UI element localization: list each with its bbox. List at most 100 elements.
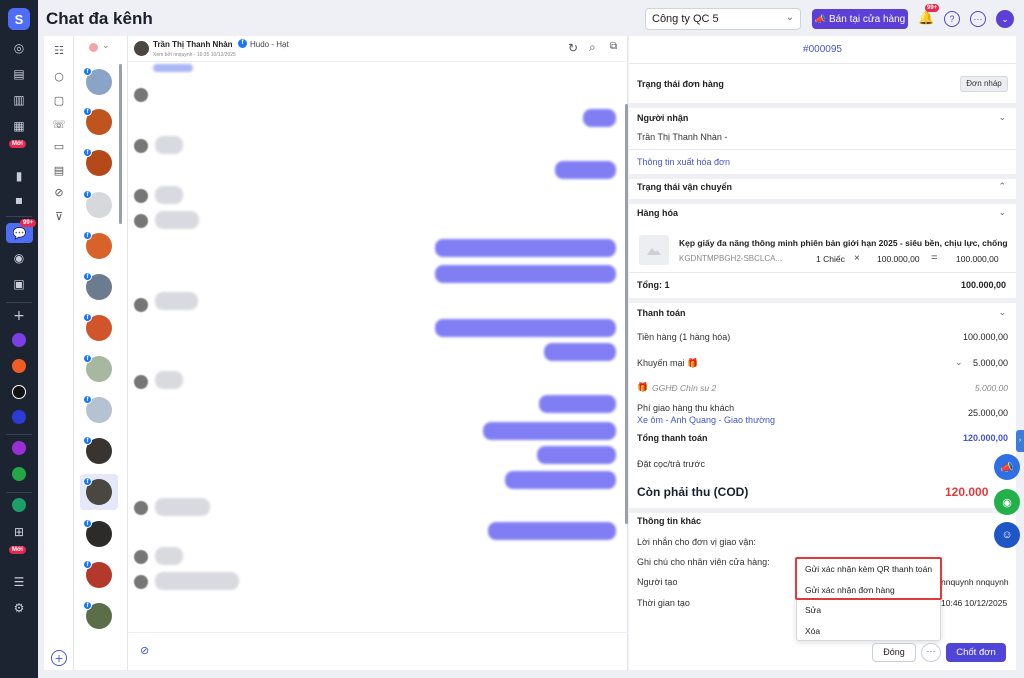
menu-list-icon[interactable]: ☰ bbox=[8, 572, 30, 592]
filter-settings-icon[interactable]: ☷ bbox=[51, 42, 67, 58]
shop-app-icon[interactable] bbox=[12, 333, 26, 347]
other-info-title[interactable]: Thông tin khác bbox=[637, 516, 1008, 526]
voucher-value: 5.000,00 bbox=[974, 383, 1008, 393]
product-name[interactable]: Kẹp giấy đa năng thông minh phiên bản gi… bbox=[679, 238, 1009, 248]
chevron-up-icon[interactable]: ⌃ bbox=[998, 181, 1006, 192]
list-icon[interactable]: ▦ bbox=[8, 116, 30, 136]
divider-line bbox=[629, 149, 1016, 150]
goods-title[interactable]: Hàng hóa bbox=[637, 208, 1008, 218]
ads-comment-icon[interactable]: ▭ bbox=[51, 138, 67, 154]
facebook-icon: f bbox=[83, 107, 92, 116]
company-select[interactable]: Công ty QC 5 ⌄ bbox=[645, 8, 801, 30]
app-logo[interactable]: S bbox=[8, 8, 30, 30]
help-icon[interactable]: ? bbox=[944, 11, 960, 27]
contact-avatar[interactable] bbox=[134, 41, 149, 56]
main-nav: S ◎ ▤ ▥ ▦ Mới ▮ ▪ 💬 99+ ◉ ▣ + ⊞ Mới ☰ ⚙ bbox=[0, 0, 38, 678]
facebook-icon: f bbox=[83, 190, 92, 199]
chevron-down-icon: ⌄ bbox=[785, 12, 794, 23]
refresh-icon[interactable]: ↻ bbox=[568, 41, 578, 55]
chevron-down-icon[interactable]: ⌄ bbox=[998, 307, 1006, 318]
pos-button[interactable]: 📣 Bán tại cửa hàng bbox=[812, 9, 908, 29]
announcement-float-icon[interactable]: 📣 bbox=[994, 454, 1020, 480]
ads-icon[interactable]: ▣ bbox=[8, 274, 30, 294]
new-window-icon[interactable]: ⧉ bbox=[610, 41, 617, 52]
support-float-icon[interactable]: ◉ bbox=[994, 489, 1020, 515]
app-green-icon[interactable] bbox=[12, 467, 26, 481]
order-id-tab[interactable]: #000095 bbox=[629, 36, 1016, 64]
finalize-order-button[interactable]: Chốt đơn bbox=[946, 643, 1006, 662]
search-icon[interactable]: ⌕ bbox=[589, 40, 596, 55]
chatbot-float-icon[interactable]: ☺ bbox=[994, 522, 1020, 548]
tiktok-icon[interactable] bbox=[12, 385, 26, 399]
carrier-note-label[interactable]: Lời nhắn cho đơn vị giao vận: bbox=[637, 537, 1008, 547]
more-button[interactable]: ··· bbox=[921, 643, 941, 662]
lazada-icon[interactable] bbox=[12, 410, 26, 424]
documents-icon[interactable]: ▥ bbox=[8, 90, 30, 110]
message-icon[interactable]: ○ bbox=[51, 68, 67, 84]
invoice-info-link[interactable]: Thông tin xuất hóa đơn bbox=[637, 157, 1008, 167]
chevron-right-icon[interactable]: › bbox=[1016, 430, 1024, 452]
status-dot[interactable] bbox=[89, 43, 98, 52]
equals-icon: = bbox=[931, 252, 938, 264]
chat-scrollbar[interactable] bbox=[625, 104, 628, 524]
payment-title[interactable]: Thanh toán bbox=[637, 308, 1008, 318]
grid-icon[interactable]: ▪ bbox=[8, 190, 30, 210]
facebook-icon: f bbox=[83, 560, 92, 569]
shopee-icon[interactable] bbox=[12, 359, 26, 373]
carrier-link[interactable]: Xe ôm - Anh Quang - Giao thường bbox=[637, 415, 1008, 425]
apps-icon[interactable]: ⊞ bbox=[8, 522, 30, 542]
add-circle-icon[interactable]: + bbox=[51, 650, 67, 666]
orders-icon[interactable]: ▤ bbox=[8, 64, 30, 84]
order-status-badge[interactable]: Đơn nháp bbox=[960, 76, 1008, 92]
user-avatar[interactable]: ⌄ bbox=[996, 10, 1014, 28]
clear-filter-icon[interactable]: ⊽ bbox=[51, 208, 67, 224]
promotion-value[interactable]: 5.000,00 bbox=[973, 358, 1008, 368]
more-icon[interactable]: ··· bbox=[970, 11, 986, 27]
chevron-down-icon[interactable]: ⌄ bbox=[998, 207, 1006, 218]
message-bubble bbox=[435, 319, 616, 337]
tags-icon[interactable]: ⊘ bbox=[51, 184, 67, 200]
app-teal-icon[interactable] bbox=[12, 498, 26, 512]
close-button[interactable]: Đóng bbox=[872, 643, 916, 662]
chevron-down-icon[interactable]: ⌄ bbox=[955, 357, 963, 368]
broadcast-icon[interactable]: ◉ bbox=[8, 248, 30, 268]
settings-icon[interactable]: ⚙ bbox=[8, 598, 30, 618]
message-avatar bbox=[134, 575, 148, 589]
menu-item-delete[interactable]: Xóa bbox=[805, 626, 820, 636]
promotion-label-text: Khuyến mại bbox=[637, 358, 685, 368]
product-price[interactable]: 100.000,00 bbox=[877, 254, 920, 264]
tag-icon[interactable]: ⊘ bbox=[140, 644, 149, 657]
contact-name[interactable]: Trần Thị Thanh Nhàn bbox=[153, 40, 233, 49]
facebook-icon: f bbox=[83, 436, 92, 445]
gift-icon[interactable]: 🎁 bbox=[687, 358, 698, 368]
add-icon[interactable]: + bbox=[8, 306, 30, 326]
notes-icon[interactable]: ▤ bbox=[51, 162, 67, 178]
nav-divider bbox=[6, 492, 32, 493]
comment-icon[interactable]: ▢ bbox=[51, 92, 67, 108]
message-avatar bbox=[134, 501, 148, 515]
facebook-icon: f bbox=[83, 519, 92, 528]
order-status-label: Trạng thái đơn hàng bbox=[637, 79, 724, 89]
message-bubble bbox=[483, 422, 616, 440]
notification-badge: 99+ bbox=[925, 4, 940, 12]
product-quantity[interactable]: 1 Chiếc bbox=[816, 254, 845, 264]
gift-icon: 🎁 bbox=[637, 382, 649, 392]
bell-icon[interactable]: 🔔 bbox=[918, 10, 934, 26]
recipient-title[interactable]: Người nhận bbox=[637, 113, 1008, 123]
deposit-label[interactable]: Đặt cọc/trả trước bbox=[637, 459, 1008, 469]
chevron-down-icon[interactable]: ⌄ bbox=[998, 112, 1006, 123]
list-scrollbar[interactable] bbox=[119, 64, 122, 224]
message-avatar bbox=[134, 298, 148, 312]
chevron-down-icon[interactable]: ⌄ bbox=[102, 40, 110, 51]
report-icon[interactable]: ▮ bbox=[8, 166, 30, 186]
recipient-name: Trần Thị Thanh Nhàn - bbox=[637, 132, 728, 142]
menu-item-edit[interactable]: Sửa bbox=[805, 605, 821, 615]
phone-icon[interactable]: ☏ bbox=[51, 116, 67, 132]
shipping-status-title[interactable]: Trạng thái vận chuyển bbox=[637, 182, 1008, 192]
message-bubble bbox=[155, 572, 239, 590]
dashboard-icon[interactable]: ◎ bbox=[8, 38, 30, 58]
message-bubble bbox=[155, 547, 183, 565]
facebook-icon: f bbox=[83, 395, 92, 404]
app-purple-icon[interactable] bbox=[12, 441, 26, 455]
company-select-value: Công ty QC 5 bbox=[652, 13, 719, 25]
